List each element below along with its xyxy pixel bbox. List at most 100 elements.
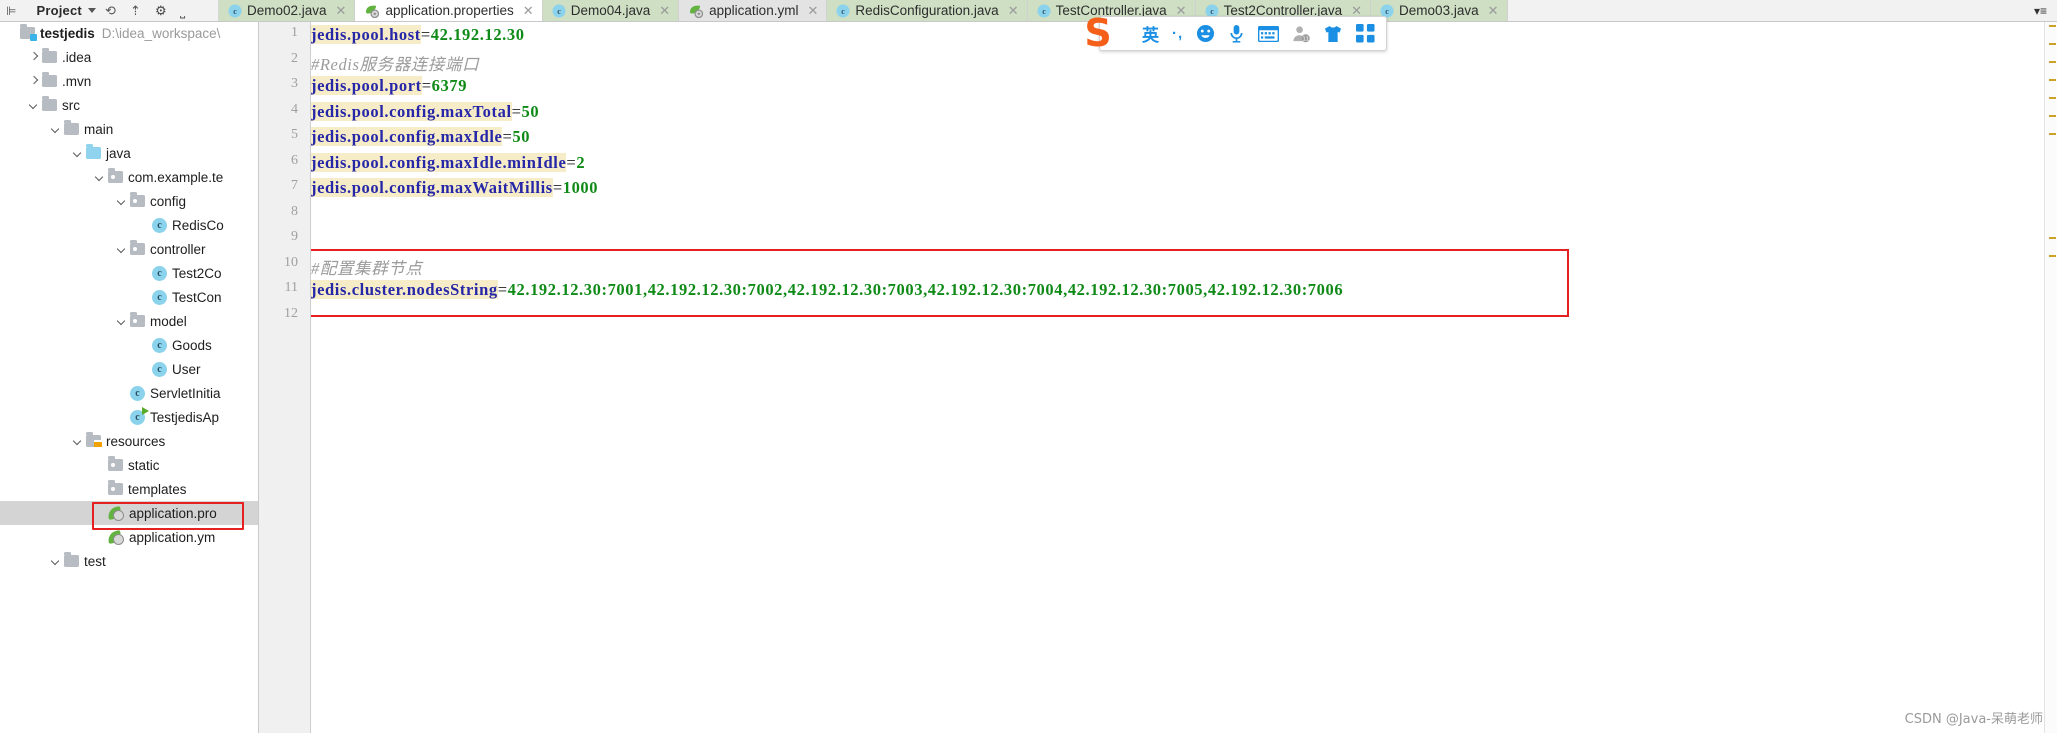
property-equals: = [421,76,432,95]
tree-item-static[interactable]: static [0,453,258,477]
hide-panel-icon[interactable]: ⎵ [180,3,196,19]
ime-language-mode-icon[interactable]: 英 [1142,21,1159,46]
ime-skin-icon[interactable] [1323,25,1343,43]
tree-item-application-ym[interactable]: application.ym [0,525,258,549]
close-icon[interactable]: ✕ [336,3,347,19]
close-icon[interactable]: ✕ [523,3,534,19]
tree-item-config[interactable]: config [0,189,258,213]
ime-voice-input-icon[interactable] [1228,24,1245,43]
close-icon[interactable]: ✕ [807,3,818,19]
tree-item-redisco[interactable]: c RedisCo [0,213,258,237]
tree-item-model[interactable]: model [0,309,258,333]
tree-item-user[interactable]: c User [0,357,258,381]
chevron-down-icon[interactable] [118,245,127,254]
tree-item-testcon[interactable]: c TestCon [0,285,258,309]
line-number: 2 [291,50,298,66]
sogou-ime-toolbar[interactable]: S 英 ·, 11 [1084,14,1388,52]
code-line-6[interactable]: jedis.pool.config.maxIdle.minIdle=2 [311,152,585,173]
tree-item-templates[interactable]: templates [0,477,258,501]
code-line-8[interactable] [311,204,316,224]
svg-text:c: c [1385,6,1389,15]
code-line-10[interactable]: #配置集群节点 [311,255,422,279]
tree-item--idea[interactable]: .idea [0,45,258,69]
ime-emoji-icon[interactable] [1196,24,1215,43]
chevron-down-icon[interactable] [74,149,83,158]
tree-item-test[interactable]: test [0,549,258,573]
chevron-down-icon[interactable] [87,8,96,13]
property-key: jedis.pool.config.maxWaitMillis [311,178,553,197]
editor-tab-demo04-java[interactable]: c Demo04.java ✕ [542,0,680,21]
java-class-icon: c [152,361,167,377]
tree-item-label: .idea [62,49,92,65]
folder-icon [42,96,57,111]
property-key: jedis.cluster.nodesString [311,280,498,299]
chevron-down-icon[interactable] [30,101,39,110]
chevron-right-icon[interactable] [30,77,39,86]
code-line-12[interactable] [311,306,316,326]
tree-item-test2co[interactable]: c Test2Co [0,261,258,285]
svg-text:c: c [557,6,561,15]
editor-tab-application-properties[interactable]: application.properties ✕ [355,0,543,21]
code-line-7[interactable]: jedis.pool.config.maxWaitMillis=1000 [311,178,598,198]
project-toolwindow-header[interactable]: ⊫ Project ⟲ ⇡ ⚙ ⎵ [0,0,219,21]
settings-gear-icon[interactable]: ⚙ [155,3,171,19]
code-line-1[interactable]: jedis.pool.host=42.192.12.30 [311,25,525,45]
java-class-icon: c [836,3,850,18]
tree-item-testjedisap[interactable]: c TestjedisAp [0,405,258,429]
chevron-down-icon[interactable] [118,317,127,326]
java-class-icon: c [228,3,242,18]
ime-user-account-icon[interactable]: 11 [1292,25,1310,43]
tree-item-label: test [84,553,106,569]
tree-item-com-example-te[interactable]: com.example.te [0,165,258,189]
chevron-down-icon[interactable] [118,197,127,206]
property-key: jedis.pool.config.maxIdle [311,127,503,146]
editor-tab-redisconfiguration-java[interactable]: c RedisConfiguration.java ✕ [827,0,1028,21]
tree-item-servletinitia[interactable]: c ServletInitia [0,381,258,405]
refresh-icon[interactable]: ⟲ [105,3,121,19]
project-tree[interactable]: testjedis D:\idea_workspace\ .idea .mvn src m… [0,21,259,733]
tree-item-main[interactable]: main [0,117,258,141]
chevron-right-icon[interactable] [30,53,39,62]
tree-item-controller[interactable]: controller [0,237,258,261]
code-line-4[interactable]: jedis.pool.config.maxTotal=50 [311,101,539,122]
tree-item-application-pro[interactable]: application.pro [0,501,258,525]
tab-list-menu-icon[interactable]: ▾≡ [2024,0,2057,21]
code-line-5[interactable]: jedis.pool.config.maxIdle=50 [311,127,530,147]
tree-item-testjedis[interactable]: testjedis D:\idea_workspace\ [0,21,258,45]
code-line-2[interactable]: #Redis服务器连接端口 [311,51,479,75]
line-number: 1 [291,25,298,40]
spring-leaf-icon [107,530,124,545]
tree-item--mvn[interactable]: .mvn [0,69,258,93]
tree-item-resources[interactable]: resources [0,429,258,453]
editor-tab-demo02-java[interactable]: c Demo02.java ✕ [219,0,356,21]
ime-toolbox-icon[interactable] [1356,24,1375,43]
chevron-down-icon[interactable] [52,557,61,566]
tree-item-src[interactable]: src [0,93,258,117]
code-comment: #配置集群节点 [311,258,423,278]
java-class-icon: c [152,265,167,281]
editor-tab-demo03-java[interactable]: c Demo03.java ✕ [1371,0,1508,21]
java-class-icon: c [152,217,167,233]
tree-item-java[interactable]: java [0,141,258,165]
tree-item-label: Test2Co [172,265,222,281]
collapse-all-icon[interactable]: ⇡ [130,3,146,19]
property-equals: = [502,127,513,146]
close-icon[interactable]: ✕ [659,3,670,19]
tab-bar-filler [1507,0,2024,21]
editor-tab-application-yml[interactable]: application.yml ✕ [679,0,828,21]
tree-item-label: resources [106,433,166,449]
editor-scrollbar[interactable] [2044,21,2057,733]
ime-punctuation-mode-icon[interactable]: ·, [1172,25,1183,42]
chevron-down-icon[interactable] [52,125,61,134]
ime-soft-keyboard-icon[interactable] [1258,25,1280,42]
close-icon[interactable]: ✕ [1488,3,1499,19]
chevron-down-icon[interactable] [96,173,105,182]
code-line-3[interactable]: jedis.pool.port=6379 [311,76,467,96]
close-icon[interactable]: ✕ [1008,3,1019,19]
code-line-11[interactable]: jedis.cluster.nodesString=42.192.12.30:7… [311,280,1343,300]
code-editor-application-properties[interactable]: jedis.pool.host=42.192.12.30 #Redis服务器连接端… [311,21,2057,733]
sogou-logo-icon[interactable]: S [1076,11,1120,55]
code-line-9[interactable] [311,229,316,249]
chevron-down-icon[interactable] [74,437,83,446]
tree-item-goods[interactable]: c Goods [0,333,258,357]
